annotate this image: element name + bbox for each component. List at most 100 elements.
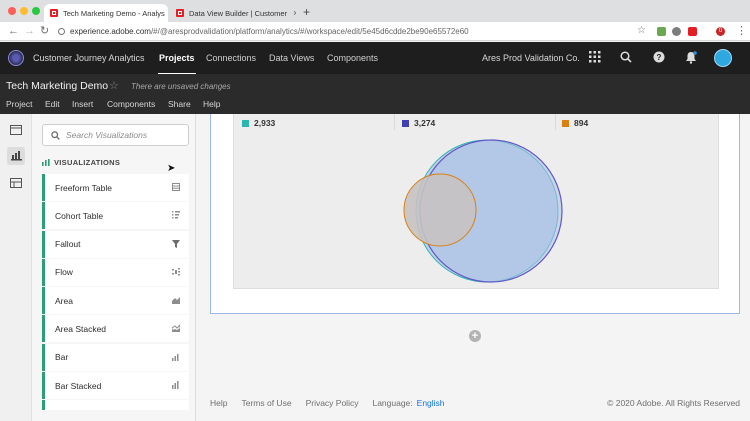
stacked-area-icon (171, 324, 181, 333)
area-chart-icon (172, 296, 181, 305)
bar-chart-icon (42, 159, 50, 166)
tab-title: Data View Builder | Customer (189, 8, 288, 18)
footer-copyright: © 2020 Adobe. All Rights Reserved (607, 398, 740, 408)
app-switcher-grid-icon[interactable] (589, 51, 601, 66)
search-icon (51, 130, 60, 140)
footer-privacy-link[interactable]: Privacy Policy (306, 398, 359, 408)
app-header: Customer Journey Analytics Projects Conn… (0, 42, 750, 75)
visualization-freeform-table[interactable]: Freeform Table (42, 174, 189, 201)
url-path: /#/@aresprodvalidation/platform/analytic… (150, 27, 469, 36)
search-icon[interactable] (620, 51, 632, 66)
visualizations-section-header[interactable]: VISUALIZATIONS (42, 158, 120, 167)
reload-icon[interactable]: ↻ (40, 25, 49, 37)
nav-connections[interactable]: Connections (206, 53, 256, 63)
new-tab-icon[interactable]: + (303, 6, 310, 18)
unsaved-changes-notice: There are unsaved changes (131, 82, 231, 91)
footer-terms-link[interactable]: Terms of Use (241, 398, 291, 408)
notifications-bell-icon[interactable] (685, 51, 697, 67)
venn-diagram (403, 139, 563, 283)
menu-components[interactable]: Components (107, 99, 155, 109)
close-tab-icon[interactable]: × (165, 8, 168, 18)
table-icon (172, 183, 181, 191)
list-item-label: Flow (55, 267, 73, 278)
components-icon[interactable] (7, 174, 25, 192)
adobe-favicon-icon (176, 9, 184, 17)
nav-projects[interactable]: Projects (158, 53, 196, 75)
visualization-bar-stacked[interactable]: Bar Stacked (42, 372, 189, 400)
project-title[interactable]: Tech Marketing Demo (6, 80, 108, 92)
venn-panel[interactable]: 2,933 3,274 894 (210, 114, 740, 314)
visualization-area-stacked[interactable]: Area Stacked (42, 315, 189, 343)
visualization-flow[interactable]: Flow (42, 258, 189, 286)
venn-circle-3 (403, 173, 477, 247)
stacked-bar-icon (172, 381, 181, 390)
browser-tab[interactable]: Data View Builder | Customer × (170, 4, 296, 22)
workspace-canvas: 2,933 3,274 894 + Help Terms of Use Priv… (197, 114, 750, 421)
url-host: experience.adobe.com (70, 27, 151, 36)
panels-icon[interactable] (7, 121, 25, 139)
section-title: VISUALIZATIONS (54, 158, 121, 167)
footer-help-link[interactable]: Help (210, 398, 227, 408)
project-bar: Tech Marketing Demo ☆ There are unsaved … (0, 74, 750, 114)
browser-address-bar: ← → ↻ experience.adobe.com/#/@aresprodva… (0, 22, 750, 41)
visualization-cohort-table[interactable]: Cohort Table (42, 202, 189, 230)
user-avatar[interactable] (714, 49, 732, 67)
menu-project[interactable]: Project (6, 99, 32, 109)
menu-insert[interactable]: Insert (72, 99, 93, 109)
extension-shield-icon[interactable] (657, 27, 666, 36)
org-name[interactable]: Ares Prod Validation Co. (482, 53, 580, 63)
funnel-icon (172, 239, 181, 248)
footer-language-link[interactable]: English (417, 398, 445, 408)
visualization-list: Freeform Table Cohort Table Fallout Flow… (42, 174, 189, 412)
mouse-cursor-icon: ➤ (167, 163, 176, 174)
bookmark-star-icon[interactable]: ☆ (637, 25, 646, 37)
bar-chart-icon (172, 353, 181, 361)
visualization-bar[interactable]: Bar (42, 343, 189, 371)
visualization-area[interactable]: Area (42, 287, 189, 315)
favorite-star-icon[interactable]: ☆ (109, 79, 119, 92)
list-item-label: Cohort Table (55, 210, 104, 221)
venn-visualization: 2,933 3,274 894 (233, 114, 719, 289)
help-icon[interactable]: ? (653, 51, 665, 66)
flow-icon (172, 267, 181, 276)
visualization-partial[interactable] (42, 400, 189, 411)
close-window-icon[interactable] (8, 7, 16, 15)
nav-data-views[interactable]: Data Views (269, 53, 314, 63)
visualization-fallout[interactable]: Fallout (42, 230, 189, 258)
menu-edit[interactable]: Edit (45, 99, 60, 109)
svg-text:?: ? (657, 53, 662, 62)
tab-title: Tech Marketing Demo - Analys (63, 8, 165, 18)
extension-adobe-icon[interactable] (688, 27, 697, 36)
list-item-label: Area Stacked (55, 323, 107, 334)
menu-help[interactable]: Help (203, 99, 220, 109)
extension-help-icon[interactable] (672, 27, 681, 36)
nav-components[interactable]: Components (327, 53, 378, 63)
back-arrow-icon[interactable]: ← (8, 25, 19, 37)
menu-share[interactable]: Share (168, 99, 191, 109)
close-tab-icon[interactable]: × (287, 8, 296, 18)
list-item-label: Area (55, 295, 73, 306)
left-rail (0, 114, 32, 421)
list-item-label: Bar (55, 352, 69, 363)
add-panel-button[interactable]: + (469, 330, 481, 342)
list-item-label: Fallout (55, 239, 81, 250)
footer-language-label: Language: (372, 398, 413, 408)
list-item-label: Bar Stacked (55, 380, 102, 391)
extension-badge[interactable]: 0 (716, 27, 725, 36)
search-visualizations-input[interactable] (66, 130, 176, 140)
maximize-window-icon[interactable] (32, 7, 40, 15)
visualizations-panel: VISUALIZATIONS Freeform Table Cohort Tab… (32, 114, 196, 421)
lock-icon (58, 28, 65, 35)
visualizations-icon[interactable] (7, 147, 25, 165)
search-box[interactable] (42, 124, 189, 146)
cohort-icon (172, 211, 181, 219)
forward-arrow-icon[interactable]: → (24, 25, 35, 37)
browser-menu-icon[interactable]: ⋮ (736, 25, 747, 37)
app-name: Customer Journey Analytics (33, 53, 145, 63)
list-item-label: Freeform Table (55, 182, 113, 193)
url-field[interactable]: experience.adobe.com/#/@aresprodvalidati… (58, 25, 618, 38)
browser-tab-active[interactable]: Tech Marketing Demo - Analys × (44, 4, 168, 22)
minimize-window-icon[interactable] (20, 7, 28, 15)
adobe-favicon-icon (50, 9, 58, 17)
cja-logo-icon (8, 50, 24, 66)
